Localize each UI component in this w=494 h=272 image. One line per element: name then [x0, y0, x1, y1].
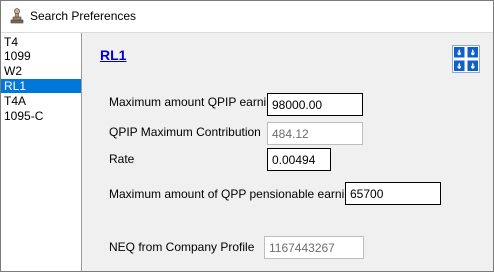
stamp-icon	[9, 8, 25, 24]
max-qpip-label: Maximum amount QPIP earni	[109, 95, 267, 109]
max-qpip-input[interactable]	[267, 93, 363, 116]
max-qpp-input[interactable]	[345, 182, 441, 205]
title-bar[interactable]: Search Preferences	[1, 1, 493, 33]
forms-list[interactable]: T4 1099 W2 RL1 T4A 1095-C	[1, 33, 82, 271]
search-preferences-window: Search Preferences T4 1099 W2 RL1 T4A 10…	[0, 0, 494, 272]
quebec-flag-icon	[452, 45, 480, 73]
neq-label: NEQ from Company Profile	[109, 240, 255, 254]
rate-input[interactable]	[267, 148, 331, 171]
list-item-rl1[interactable]: RL1	[1, 79, 81, 93]
section-title: RL1	[100, 47, 127, 63]
qpip-max-contribution-input	[267, 122, 363, 145]
qpip-max-contribution-label: QPIP Maximum Contribution	[109, 125, 261, 139]
list-item-1095-c[interactable]: 1095-C	[1, 109, 81, 123]
neq-input	[264, 236, 364, 259]
list-item-t4a[interactable]: T4A	[1, 94, 81, 108]
preferences-panel: RL1 Maximum amount QPIP earni QPIP Maxim…	[82, 33, 493, 271]
list-item-w2[interactable]: W2	[1, 64, 81, 78]
list-item-t4[interactable]: T4	[1, 35, 81, 49]
rate-label: Rate	[109, 152, 135, 166]
list-item-1099[interactable]: 1099	[1, 49, 81, 63]
max-qpp-label: Maximum amount of QPP pensionable earni	[109, 187, 345, 201]
window-title: Search Preferences	[30, 9, 137, 23]
